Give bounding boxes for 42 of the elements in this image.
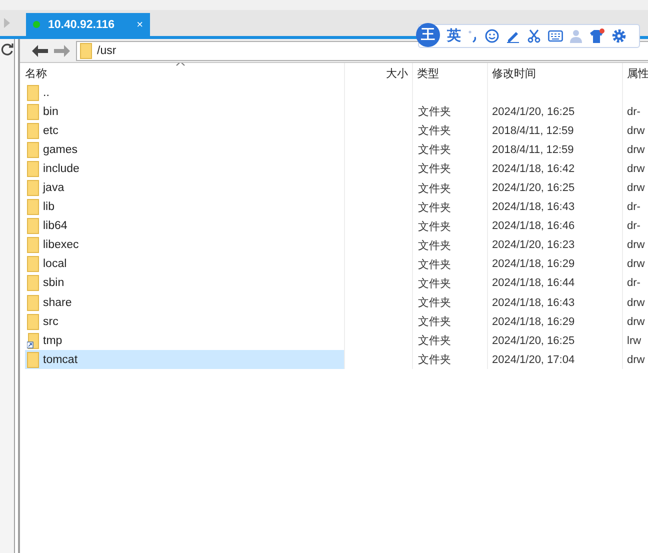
type-cell: 文件夹 <box>418 240 451 252</box>
attribute-cell: drw <box>627 239 645 252</box>
type-cell: 文件夹 <box>418 182 451 195</box>
type-cell: 文件夹 <box>418 297 451 310</box>
modified-cell: 2024/1/18, 16:43 <box>492 201 575 214</box>
type-cell: 文件夹 <box>418 106 451 118</box>
attribute-cell: lrw <box>627 334 642 347</box>
modified-cell: 2024/1/18, 16:43 <box>492 296 575 309</box>
attribute-cell: drw <box>627 124 645 137</box>
attribute-cell: drw <box>627 296 645 309</box>
type-cell: 文件夹 <box>418 258 451 271</box>
modified-cell: 2024/1/20, 16:25 <box>492 334 575 347</box>
attribute-cell: drw <box>627 258 645 270</box>
attribute-cell: drw <box>627 354 645 366</box>
attribute-cell: dr- <box>627 106 640 118</box>
modified-cell: 2024/1/20, 16:25 <box>492 106 575 118</box>
type-cell: 文件夹 <box>418 335 451 348</box>
modified-cell: 2024/1/18, 16:46 <box>492 220 575 232</box>
modified-cell: 2018/4/11, 12:59 <box>492 124 574 137</box>
modified-cell: 2024/1/18, 16:29 <box>492 316 575 328</box>
modified-cell: 2024/1/20, 17:04 <box>492 354 575 366</box>
type-cell: 文件夹 <box>418 278 451 290</box>
type-cell: 文件夹 <box>418 163 451 176</box>
type-cell: 文件夹 <box>418 220 451 233</box>
attribute-cell: drw <box>627 144 645 156</box>
type-cell: 文件夹 <box>418 354 451 366</box>
attribute-cell: dr- <box>627 201 640 214</box>
attribute-cell: dr- <box>627 277 640 290</box>
modified-cell: 2018/4/11, 12:59 <box>492 144 574 156</box>
modified-cell: 2024/1/18, 16:42 <box>492 162 575 175</box>
attribute-cell: drw <box>627 162 645 175</box>
attribute-cell: dr- <box>627 220 640 232</box>
modified-cell: 2024/1/20, 16:23 <box>492 239 575 252</box>
attribute-cell: drw <box>627 316 645 328</box>
attribute-cell: drw <box>627 182 645 194</box>
type-cell: 文件夹 <box>418 144 451 156</box>
type-cell: 文件夹 <box>418 202 451 214</box>
modified-cell: 2024/1/20, 16:25 <box>492 182 575 194</box>
type-cell: 文件夹 <box>418 125 451 138</box>
modified-cell: 2024/1/18, 16:44 <box>492 277 575 290</box>
type-cell: 文件夹 <box>418 316 451 328</box>
modified-cell: 2024/1/18, 16:29 <box>492 258 575 270</box>
